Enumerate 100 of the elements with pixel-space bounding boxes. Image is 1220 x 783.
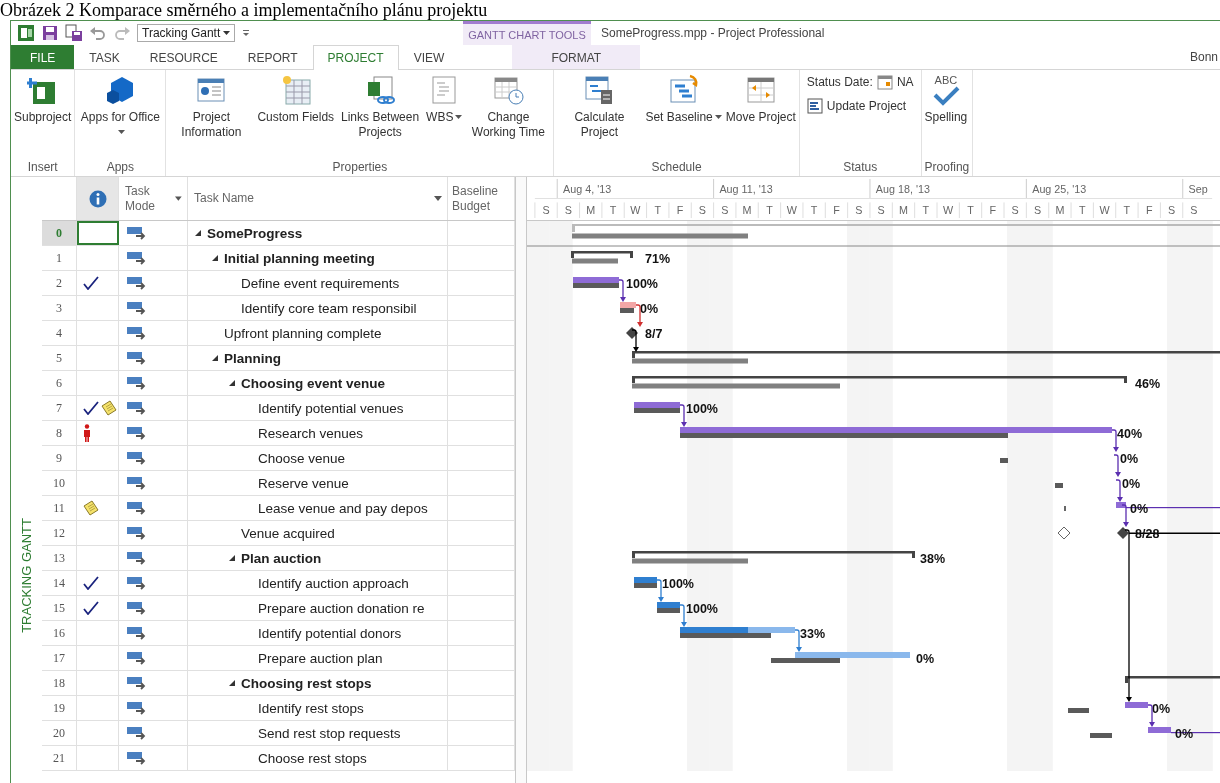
task-bar[interactable]	[634, 577, 657, 583]
update-project-button[interactable]: Update Project	[806, 98, 914, 114]
link-arrow	[679, 604, 687, 627]
row-number[interactable]: 0	[42, 221, 77, 245]
collapse-triangle-icon[interactable]	[228, 679, 236, 687]
calculate-button[interactable]: Calculate Project	[557, 74, 642, 140]
auto-scheduled-icon	[127, 751, 147, 765]
baseline-milestone-icon[interactable]	[1057, 526, 1071, 540]
collapse-triangle-icon[interactable]	[211, 254, 219, 262]
wbs-button[interactable]: WBS	[426, 74, 463, 125]
dropdown-arrow-icon[interactable]	[434, 195, 442, 202]
link-arrow	[794, 629, 802, 652]
task-bar[interactable]	[680, 427, 1112, 433]
baseline-bar[interactable]	[634, 408, 680, 413]
baseline-bar[interactable]	[1000, 458, 1008, 463]
checkmark-icon	[83, 401, 99, 415]
person-icon[interactable]	[83, 424, 91, 442]
link-arrow	[631, 329, 639, 352]
baseline-bar[interactable]	[632, 383, 840, 389]
status-date-button[interactable]: Status Date: NA	[806, 74, 914, 90]
subproject-button[interactable]: Subproject	[14, 74, 72, 125]
apps-button[interactable]: Apps for Office	[78, 74, 163, 140]
user-name[interactable]: Bonn	[1189, 50, 1220, 64]
working-time-button[interactable]: Change Working Time	[466, 74, 551, 140]
milestone-icon[interactable]	[1117, 527, 1129, 539]
baseline-bar[interactable]	[1055, 483, 1063, 488]
collapse-triangle-icon[interactable]	[228, 554, 236, 562]
ribbon-tab[interactable]: PROJECT	[312, 45, 399, 70]
summary-bar[interactable]	[632, 551, 915, 558]
summary-bar[interactable]	[632, 351, 1220, 358]
column-header[interactable]: Task Name	[188, 191, 255, 206]
baseline-bar[interactable]	[634, 583, 657, 588]
column-header[interactable]: Task Mode	[119, 183, 176, 214]
undo-icon[interactable]	[89, 24, 107, 42]
app-logo-icon[interactable]	[17, 24, 35, 42]
collapse-triangle-icon[interactable]	[211, 354, 219, 362]
save-as-icon[interactable]	[65, 24, 83, 42]
baseline-bar[interactable]	[632, 358, 748, 364]
day-label: M	[899, 204, 908, 217]
task-bar[interactable]	[795, 652, 910, 658]
baseline-bar[interactable]	[680, 433, 1008, 438]
baseline-bar[interactable]	[572, 233, 748, 239]
note-icon[interactable]	[101, 400, 117, 416]
baseline-bar[interactable]	[1068, 708, 1089, 713]
column-header[interactable]: Baseline Budget	[448, 183, 514, 214]
move-button[interactable]: Move Project	[725, 74, 796, 125]
baseline-bar[interactable]	[632, 558, 748, 564]
indicator-cell[interactable]	[77, 221, 119, 245]
baseline-bar[interactable]	[680, 633, 771, 638]
view-selector[interactable]: Tracking Gantt	[137, 24, 236, 42]
project-info-button[interactable]: Project Information	[169, 74, 254, 140]
custom-fields-button[interactable]: Custom Fields	[257, 74, 335, 125]
day-label: S	[1190, 204, 1198, 217]
task-bar[interactable]	[620, 302, 636, 308]
baseline-bar[interactable]	[1064, 506, 1066, 511]
auto-scheduled-icon	[127, 651, 147, 665]
auto-scheduled-icon	[127, 526, 147, 540]
task-bar[interactable]	[1116, 502, 1126, 508]
task-bar[interactable]	[748, 627, 795, 633]
task-bar[interactable]	[634, 402, 680, 408]
baseline-bar[interactable]	[771, 658, 840, 663]
baseline-bar[interactable]	[1090, 733, 1112, 738]
links-button[interactable]: Links Between Projects	[338, 74, 423, 140]
summary-bar[interactable]	[1125, 676, 1220, 683]
calendar-clock-icon	[492, 74, 525, 106]
summary-bar[interactable]	[632, 376, 1127, 383]
link-arrow	[1113, 454, 1121, 477]
task-bar[interactable]	[573, 277, 619, 283]
auto-scheduled-icon	[127, 501, 147, 515]
view-splitter[interactable]	[515, 177, 527, 783]
task-bar[interactable]	[1148, 727, 1171, 733]
baseline-bar[interactable]	[620, 308, 634, 313]
dropdown-arrow-icon[interactable]	[175, 195, 182, 202]
redo-icon[interactable]	[113, 24, 131, 42]
spelling-button[interactable]: ABC Spelling	[924, 74, 968, 125]
ribbon-tab[interactable]: VIEW	[398, 45, 460, 69]
save-icon[interactable]	[41, 24, 59, 42]
bar-label: 0%	[1122, 477, 1141, 491]
task-name: Venue acquired	[241, 525, 335, 541]
collapse-triangle-icon[interactable]	[194, 229, 202, 237]
task-bar[interactable]	[1125, 702, 1148, 708]
day-label: M	[742, 204, 752, 217]
note-icon[interactable]	[83, 500, 99, 516]
bar-label: 100%	[686, 602, 718, 616]
ribbon-tab[interactable]: REPORT	[232, 45, 313, 69]
ribbon-tab[interactable]: FILE	[11, 45, 75, 69]
collapse-triangle-icon[interactable]	[228, 379, 236, 387]
milestone-icon[interactable]	[626, 327, 638, 339]
day-label: T	[654, 204, 662, 217]
customize-toolbar-icon[interactable]	[241, 28, 252, 38]
day-label: S	[1168, 204, 1176, 217]
project-summary-bar[interactable]	[572, 224, 1220, 232]
ribbon-tab[interactable]: RESOURCE	[134, 45, 233, 69]
ribbon-tab[interactable]: TASK	[74, 45, 135, 69]
summary-bar[interactable]	[571, 251, 633, 258]
ribbon-tab[interactable]: FORMAT	[512, 45, 641, 69]
auto-scheduled-icon	[127, 551, 147, 565]
baseline-bar[interactable]	[657, 608, 680, 613]
baseline-button[interactable]: Set Baseline	[645, 74, 722, 125]
baseline-bar[interactable]	[573, 283, 619, 288]
